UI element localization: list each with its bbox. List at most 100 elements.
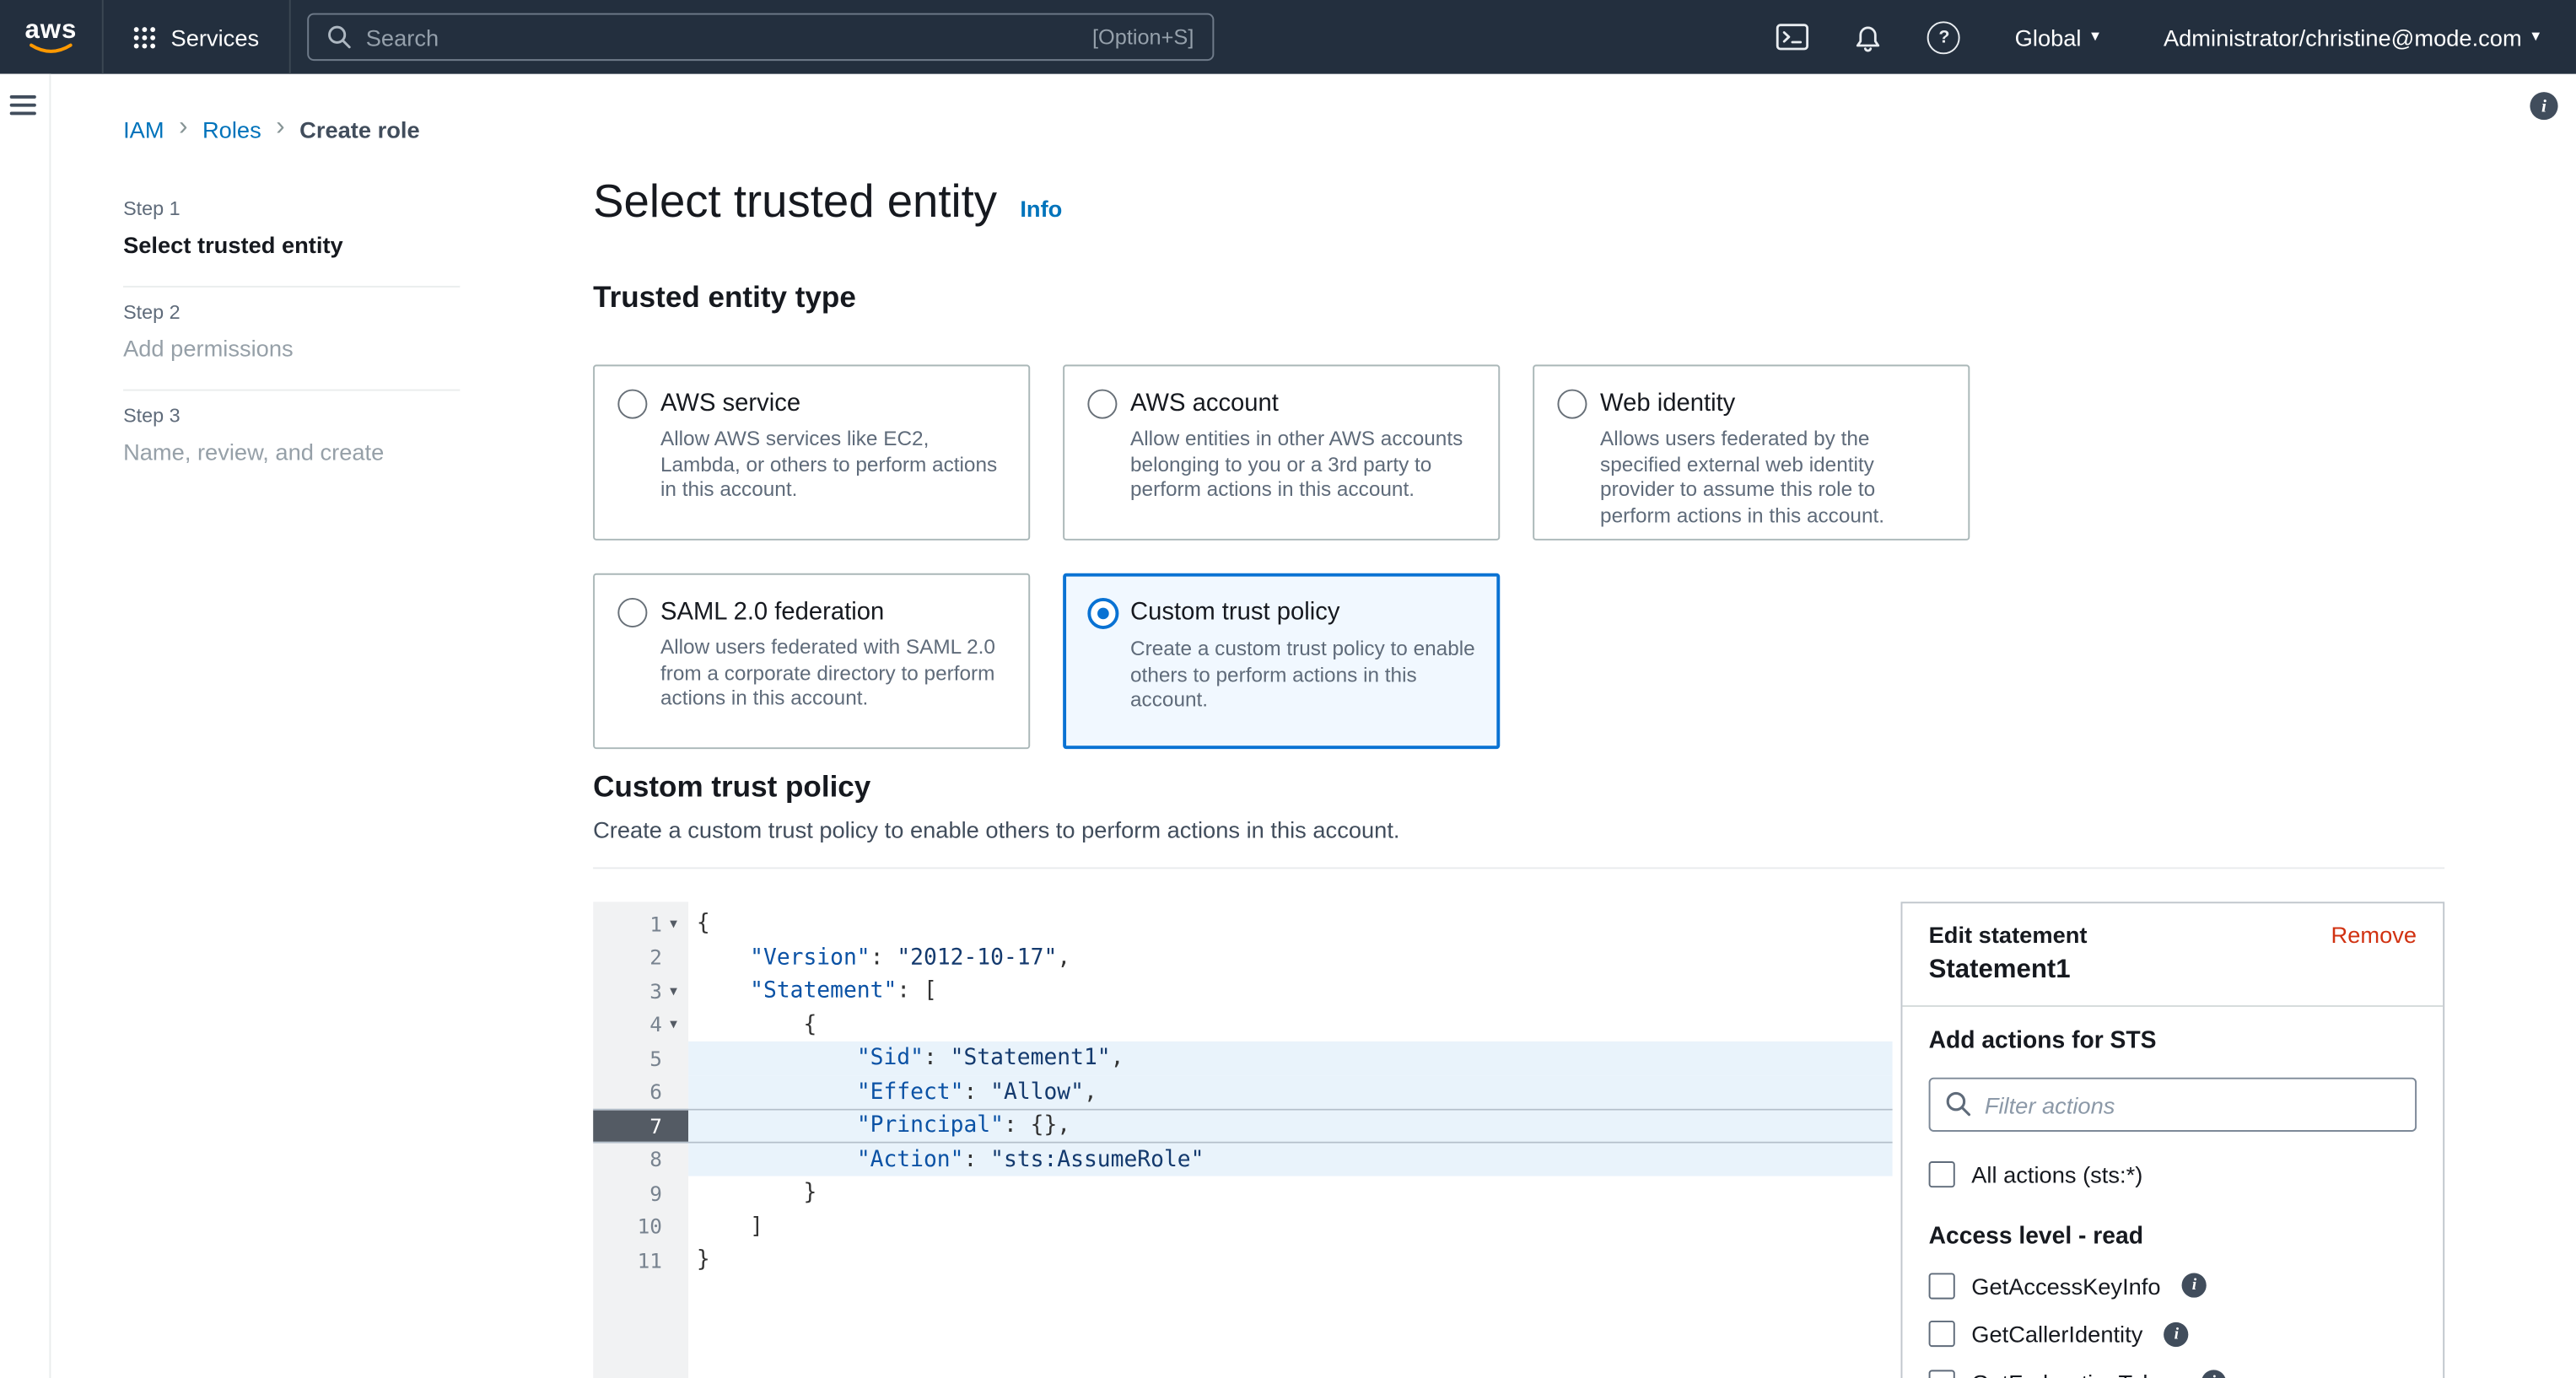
code-token: : <box>963 1079 990 1105</box>
code-token: } <box>697 1180 816 1206</box>
entity-card-description: Allows users federated by the specified … <box>1600 427 1948 529</box>
all-actions-checkbox[interactable] <box>1929 1161 1955 1187</box>
entity-card-title: Web identity <box>1600 388 1948 419</box>
help-button[interactable]: ? <box>1927 20 1960 53</box>
entity-type-card[interactable]: Web identity Allows users federated by th… <box>1533 364 1970 540</box>
remove-statement-link[interactable]: Remove <box>2331 922 2417 948</box>
code-token <box>697 1079 857 1105</box>
radio-button-icon[interactable] <box>1087 390 1117 419</box>
breadcrumb-item[interactable]: IAM <box>123 116 164 143</box>
line-number-gutter: 8 <box>593 1143 688 1176</box>
fold-arrow-icon[interactable]: ▾ <box>664 1015 683 1033</box>
policy-editor-section: 1▾ {2 "Version": "2012-10-17",3▾ "Stateme… <box>593 902 2444 1378</box>
radio-button-icon[interactable] <box>1557 390 1587 419</box>
cloudshell-button[interactable] <box>1776 23 1809 51</box>
question-mark-icon: ? <box>1927 20 1960 53</box>
services-menu-button[interactable]: Services <box>104 0 288 74</box>
code-token: { <box>697 911 710 937</box>
action-label: GetFederationToken <box>1971 1369 2180 1378</box>
nav-right-cluster: ? Global ▾ Administrator/christine@mode.… <box>1776 20 2576 53</box>
policy-code-editor[interactable]: 1▾ {2 "Version": "2012-10-17",3▾ "Stateme… <box>593 902 1893 1378</box>
code-line: ] <box>688 1209 1893 1243</box>
radio-button-icon[interactable] <box>617 390 647 419</box>
region-selector[interactable]: Global ▾ <box>2005 22 2110 51</box>
editor-line[interactable]: 5 "Sid": "Statement1", <box>593 1042 1893 1075</box>
code-token: , <box>1111 1045 1124 1071</box>
main-content: Select trusted entity Info Trusted entit… <box>593 171 2444 1378</box>
breadcrumb-item[interactable]: Roles <box>202 116 261 143</box>
action-checkbox[interactable] <box>1929 1369 1955 1378</box>
line-number-gutter: 6 <box>593 1075 688 1109</box>
fold-arrow-icon[interactable]: ▾ <box>664 982 683 999</box>
code-token: : <box>924 1045 951 1071</box>
step-number: Step 3 <box>123 404 460 427</box>
code-token: { <box>697 1011 816 1037</box>
account-menu[interactable]: Administrator/christine@mode.com ▾ <box>2153 22 2550 51</box>
global-search-input[interactable]: Search [Option+S] <box>307 13 1214 61</box>
editor-line[interactable]: 4▾ { <box>593 1008 1893 1042</box>
notifications-button[interactable] <box>1854 21 1883 52</box>
step-number: Step 2 <box>123 300 460 323</box>
line-number-gutter: 5 <box>593 1042 688 1075</box>
line-number: 7 <box>649 1113 662 1138</box>
code-line: } <box>688 1176 1893 1210</box>
action-checkbox[interactable] <box>1929 1272 1955 1298</box>
line-number-gutter: 2 <box>593 940 688 974</box>
entity-card-title: Custom trust policy <box>1130 596 1479 629</box>
entity-card-description: Allow AWS services like EC2, Lambda, or … <box>660 427 1009 503</box>
line-number: 5 <box>649 1046 662 1070</box>
fold-arrow-icon[interactable]: ▾ <box>664 914 683 932</box>
editor-line[interactable]: 9 } <box>593 1176 1893 1210</box>
steps-panel: Step 1Select trusted entityStep 2Add per… <box>123 184 460 493</box>
action-info-icon[interactable]: i <box>2182 1273 2207 1297</box>
services-grid-icon <box>133 25 156 48</box>
line-number: 3 <box>649 978 662 1003</box>
code-line: "Sid": "Statement1", <box>688 1042 1893 1075</box>
region-label: Global <box>2015 24 2082 50</box>
editor-line[interactable]: 11} <box>593 1243 1893 1277</box>
editor-line[interactable]: 3▾ "Statement": [ <box>593 974 1893 1008</box>
action-info-icon[interactable]: i <box>2164 1321 2189 1346</box>
radio-button-icon[interactable] <box>617 598 647 627</box>
code-token: "Principal" <box>857 1112 1004 1138</box>
action-info-icon[interactable]: i <box>2201 1370 2226 1378</box>
entity-card-description: Allow entities in other AWS accounts bel… <box>1130 427 1479 503</box>
line-number-gutter: 1▾ <box>593 907 688 940</box>
action-checkbox[interactable] <box>1929 1321 1955 1347</box>
info-panel-toggle[interactable]: i <box>2530 92 2557 120</box>
code-token: "2012-10-17" <box>897 944 1057 970</box>
line-number: 4 <box>649 1012 662 1036</box>
editor-line[interactable]: 6 "Effect": "Allow", <box>593 1075 1893 1109</box>
entity-type-card[interactable]: AWS serviceAllow AWS services like EC2, … <box>593 364 1030 540</box>
editor-line[interactable]: 8 "Action": "sts:AssumeRole" <box>593 1143 1893 1176</box>
code-token: : [ <box>897 977 937 1004</box>
statement-panel-header: Edit statement Remove Statement1 <box>1902 903 2443 1007</box>
action-label: GetCallerIdentity <box>1971 1321 2142 1347</box>
add-actions-heading: Add actions for STS <box>1929 1028 2417 1054</box>
code-line: { <box>688 1008 1893 1042</box>
filter-search-icon <box>1945 1090 1971 1117</box>
entity-type-card[interactable]: AWS accountAllow entities in other AWS a… <box>1063 364 1500 540</box>
entity-type-card[interactable]: SAML 2.0 federationAllow users federated… <box>593 573 1030 749</box>
wizard-step[interactable]: Step 3Name, review, and create <box>123 391 460 493</box>
editor-line[interactable]: 2 "Version": "2012-10-17", <box>593 940 1893 974</box>
radio-button-icon[interactable] <box>1087 598 1118 629</box>
wizard-step[interactable]: Step 1Select trusted entity <box>123 184 460 288</box>
open-menu-button[interactable] <box>10 95 36 120</box>
editor-line[interactable]: 10 ] <box>593 1209 1893 1243</box>
code-line: "Principal": {}, <box>688 1111 1893 1141</box>
editor-line[interactable]: 7 "Principal": {}, <box>593 1109 1893 1143</box>
account-label: Administrator/christine@mode.com <box>2164 24 2522 50</box>
editor-line[interactable]: 1▾ { <box>593 907 1893 940</box>
aws-logo[interactable]: aws <box>0 19 102 54</box>
wizard-step[interactable]: Step 2Add permissions <box>123 288 460 391</box>
filter-actions-input[interactable] <box>1929 1078 2417 1132</box>
code-token <box>697 1112 857 1138</box>
info-link[interactable]: Info <box>1020 196 1062 222</box>
hamburger-icon <box>10 111 36 115</box>
custom-policy-heading: Custom trust policy <box>593 769 2444 805</box>
nav-divider <box>288 0 290 74</box>
entity-type-card[interactable]: Custom trust policyCreate a custom trust… <box>1063 573 1500 749</box>
action-row: GetCallerIdentity i <box>1929 1321 2417 1347</box>
breadcrumb: IAM›Roles›Create role <box>123 116 420 143</box>
